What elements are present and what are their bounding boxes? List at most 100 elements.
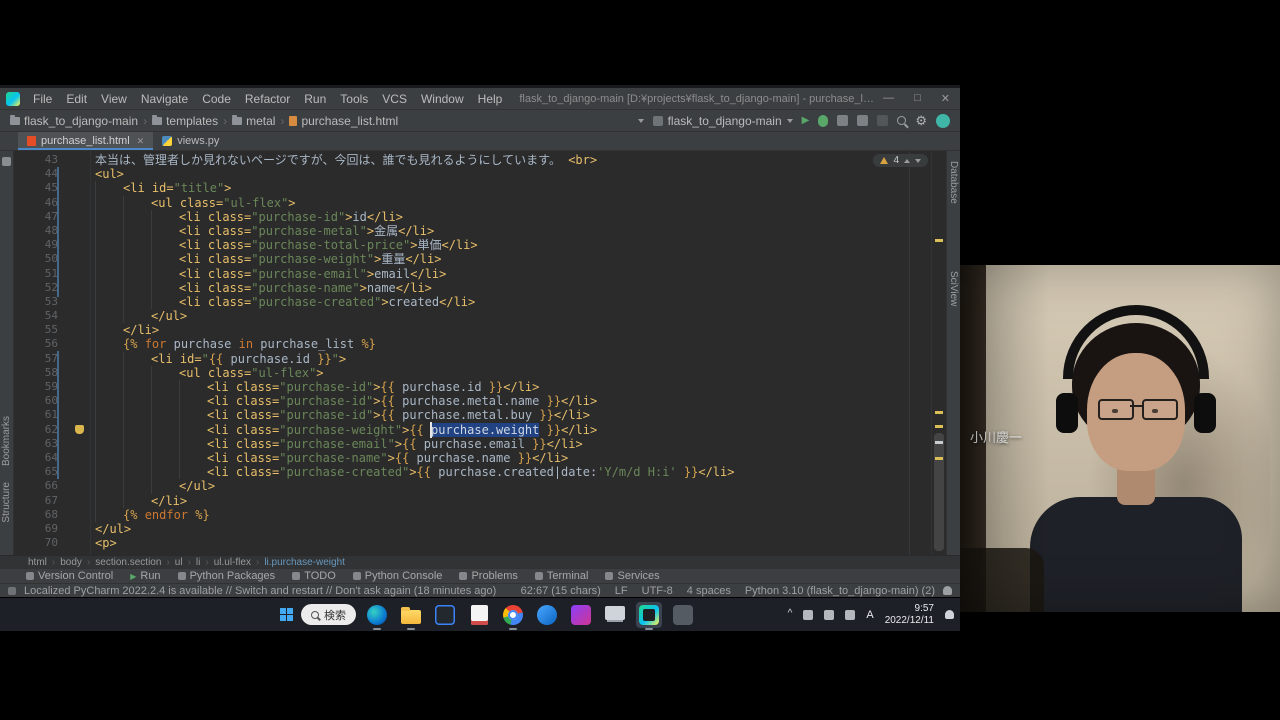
- chevron-down-icon[interactable]: [638, 119, 644, 126]
- status-widget[interactable]: 4 spaces: [687, 585, 731, 597]
- chevron-up-icon[interactable]: ^: [788, 608, 793, 619]
- code-line-49[interactable]: <li class="purchase-total-price">単価</li>: [91, 238, 931, 252]
- taskbar-app-app-purple[interactable]: [568, 602, 594, 628]
- code-line-58[interactable]: <ul class="ul-flex">: [91, 366, 931, 380]
- code-line-66[interactable]: </ul>: [91, 479, 931, 493]
- line-number-57[interactable]: 57: [14, 352, 90, 366]
- start-button[interactable]: [280, 608, 293, 621]
- tab-purchase_list.html[interactable]: purchase_list.html✕: [18, 132, 153, 150]
- menu-item-run[interactable]: Run: [297, 92, 333, 106]
- line-number-58[interactable]: 58: [14, 366, 90, 380]
- speaker-icon[interactable]: [824, 610, 834, 620]
- toolwindow-version-control[interactable]: Version Control: [26, 570, 113, 582]
- nav-crumb[interactable]: purchase_list.html: [289, 114, 398, 128]
- line-number-53[interactable]: 53: [14, 295, 90, 309]
- taskbar-app-app-gray[interactable]: [670, 602, 696, 628]
- line-number-56[interactable]: 56: [14, 337, 90, 351]
- code-line-53[interactable]: <li class="purchase-created">created</li…: [91, 295, 931, 309]
- menu-item-edit[interactable]: Edit: [59, 92, 94, 106]
- taskbar-app-file-explorer[interactable]: [398, 602, 424, 628]
- code-area[interactable]: 本当は、管理者しか見れないページですが、今回は、誰でも見れるようにしています。 …: [91, 151, 931, 555]
- code-line-43[interactable]: 本当は、管理者しか見れないページですが、今回は、誰でも見れるようにしています。 …: [91, 153, 931, 167]
- taskbar-app-chrome[interactable]: [500, 602, 526, 628]
- line-number-61[interactable]: 61: [14, 408, 90, 422]
- taskbar-app-app-white[interactable]: [466, 602, 492, 628]
- toolwindow-services[interactable]: Services: [605, 570, 659, 582]
- status-widget[interactable]: LF: [615, 585, 628, 597]
- taskbar-app-edge[interactable]: [364, 602, 390, 628]
- menu-item-window[interactable]: Window: [414, 92, 471, 106]
- code-line-69[interactable]: </ul>: [91, 522, 931, 536]
- code-line-47[interactable]: <li class="purchase-id">id</li>: [91, 210, 931, 224]
- taskbar-app-remote-desktop[interactable]: [602, 602, 628, 628]
- code-line-60[interactable]: <li class="purchase-id">{{ purchase.meta…: [91, 394, 931, 408]
- toolwindow-problems[interactable]: Problems: [459, 570, 517, 582]
- line-number-52[interactable]: 52: [14, 281, 90, 295]
- line-number-70[interactable]: 70: [14, 536, 90, 550]
- warning-stripe-mark[interactable]: [935, 457, 943, 460]
- breadcrumb-item-ul.ul-flex[interactable]: ul.ul-flex: [214, 557, 251, 568]
- code-line-65[interactable]: <li class="purchase-created">{{ purchase…: [91, 465, 931, 479]
- taskbar-clock[interactable]: 9:57 2022/12/11: [885, 603, 934, 626]
- nav-crumb[interactable]: flask_to_django-main: [10, 114, 138, 128]
- stripe-tab-sciview[interactable]: SciView: [948, 271, 959, 306]
- run-button[interactable]: ▶: [802, 115, 810, 126]
- search-icon[interactable]: [897, 116, 906, 125]
- selected-text[interactable]: purchase.weight: [431, 423, 539, 437]
- line-number-44[interactable]: 44: [14, 167, 90, 181]
- line-number-43[interactable]: 43: [14, 153, 90, 167]
- prev-problem-icon[interactable]: [904, 156, 910, 163]
- breadcrumb-item-html[interactable]: html: [28, 557, 47, 568]
- breadcrumb-item-li[interactable]: li: [196, 557, 200, 568]
- toolwindow-terminal[interactable]: Terminal: [535, 570, 589, 582]
- code-line-62[interactable]: <li class="purchase-weight">{{ purchase.…: [91, 423, 931, 437]
- line-number-47[interactable]: 47: [14, 210, 90, 224]
- line-number-46[interactable]: 46: [14, 196, 90, 210]
- debug-button[interactable]: [818, 115, 828, 127]
- code-line-64[interactable]: <li class="purchase-name">{{ purchase.na…: [91, 451, 931, 465]
- line-number-48[interactable]: 48: [14, 224, 90, 238]
- menu-item-help[interactable]: Help: [471, 92, 510, 106]
- editor-scrollbar[interactable]: [931, 151, 946, 555]
- tab-views.py[interactable]: views.py: [153, 132, 228, 150]
- code-line-50[interactable]: <li class="purchase-weight">重量</li>: [91, 252, 931, 266]
- code-line-57[interactable]: <li id="{{ purchase.id }}">: [91, 352, 931, 366]
- notification-center-icon[interactable]: [945, 610, 954, 619]
- code-line-45[interactable]: <li id="title">: [91, 181, 931, 195]
- menu-item-vcs[interactable]: VCS: [375, 92, 414, 106]
- code-line-48[interactable]: <li class="purchase-metal">金属</li>: [91, 224, 931, 238]
- selection-stripe-mark[interactable]: [935, 441, 943, 444]
- coverage-button[interactable]: [837, 115, 848, 126]
- stripe-tab-database[interactable]: Database: [948, 161, 959, 204]
- line-number-66[interactable]: 66: [14, 479, 90, 493]
- warning-stripe-mark[interactable]: [935, 425, 943, 428]
- intention-bulb-icon[interactable]: [75, 425, 84, 434]
- nav-crumb[interactable]: metal: [232, 114, 275, 128]
- menu-item-view[interactable]: View: [94, 92, 134, 106]
- status-widget[interactable]: Python 3.10 (flask_to_django-main) (2): [745, 585, 935, 597]
- code-line-46[interactable]: <ul class="ul-flex">: [91, 196, 931, 210]
- breadcrumb-item-body[interactable]: body: [60, 557, 82, 568]
- project-tool-icon[interactable]: [2, 157, 11, 166]
- status-message[interactable]: Localized PyCharm 2022.2.4 is available …: [24, 585, 513, 597]
- maximize-button[interactable]: □: [914, 92, 921, 105]
- line-number-55[interactable]: 55: [14, 323, 90, 337]
- code-line-63[interactable]: <li class="purchase-email">{{ purchase.e…: [91, 437, 931, 451]
- battery-icon[interactable]: [845, 610, 855, 620]
- code-line-70[interactable]: <p>: [91, 536, 931, 550]
- menu-item-refactor[interactable]: Refactor: [238, 92, 297, 106]
- code-line-52[interactable]: <li class="purchase-name">name</li>: [91, 281, 931, 295]
- settings-gear-icon[interactable]: ⚙: [915, 115, 927, 127]
- code-line-56[interactable]: {% for purchase in purchase_list %}: [91, 337, 931, 351]
- line-number-59[interactable]: 59: [14, 380, 90, 394]
- line-number-60[interactable]: 60: [14, 394, 90, 408]
- nav-crumb[interactable]: templates: [152, 114, 218, 128]
- breadcrumb-item-li.purchase-weight[interactable]: li.purchase-weight: [264, 557, 345, 568]
- taskbar-app-pycharm[interactable]: [636, 602, 662, 628]
- code-line-59[interactable]: <li class="purchase-id">{{ purchase.id }…: [91, 380, 931, 394]
- taskbar-app-app-blue[interactable]: [534, 602, 560, 628]
- minimize-button[interactable]: —: [883, 92, 894, 105]
- toolwindow-python-console[interactable]: Python Console: [353, 570, 443, 582]
- taskbar-app-app-dark[interactable]: [432, 602, 458, 628]
- network-icon[interactable]: [803, 610, 813, 620]
